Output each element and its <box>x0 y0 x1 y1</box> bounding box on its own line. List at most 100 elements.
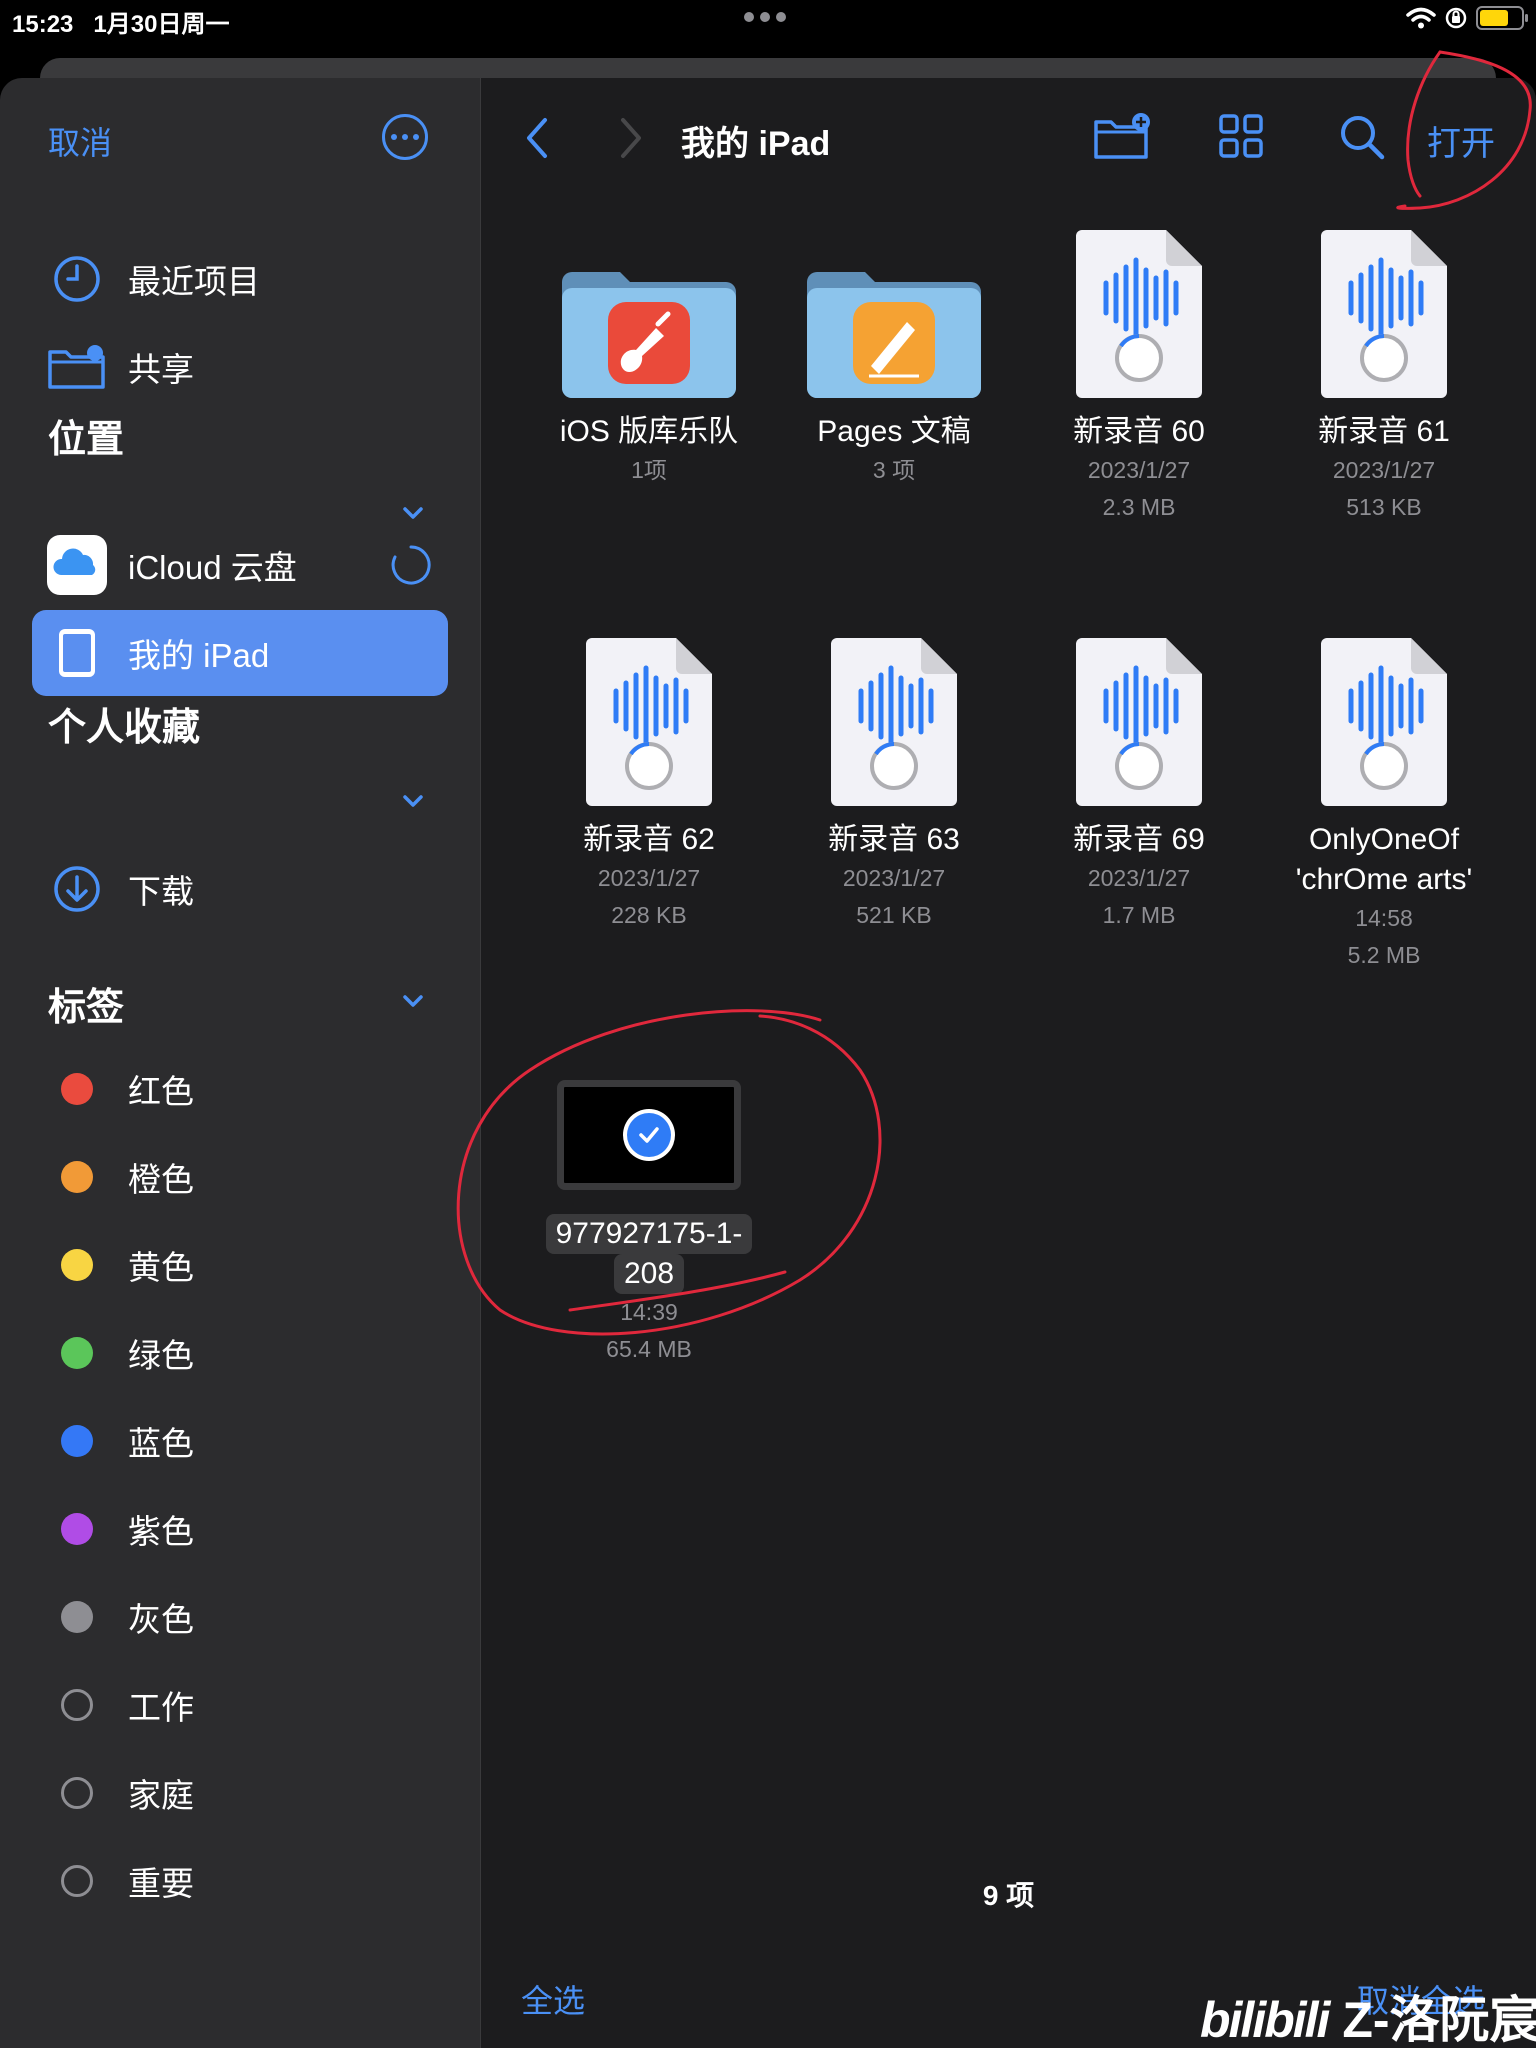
sidebar-item-recents[interactable]: 最近项目 <box>32 236 448 322</box>
sidebar-tag-item[interactable]: 工作 <box>32 1662 448 1748</box>
page-title: 我的 iPad <box>681 125 831 163</box>
watermark: bilibili Z-洛阮宸 <box>1200 1992 1536 2048</box>
file-meta-primary: 14:39 <box>620 1299 678 1325</box>
back-chevron-icon[interactable] <box>521 114 551 162</box>
sidebar-item-label: 工作 <box>128 1689 194 1726</box>
file-meta-primary: 2023/1/27 <box>1087 865 1191 891</box>
sidebar-item-label: 我的 iPad <box>128 637 270 674</box>
folder-garageband-icon <box>562 272 736 398</box>
file-meta-secondary: 228 KB <box>611 902 687 928</box>
audio-file-icon <box>1321 638 1447 806</box>
audio-file-icon <box>1076 230 1202 398</box>
tag-color-dot-icon <box>61 1249 93 1281</box>
orientation-lock-icon <box>1445 7 1467 29</box>
search-icon[interactable] <box>1337 112 1387 162</box>
chevron-down-icon[interactable] <box>402 502 424 524</box>
file-item[interactable]: 新录音 60 2023/1/27 2.3 MB <box>1029 218 1249 526</box>
sidebar-item-label: 重要 <box>128 1865 194 1902</box>
tag-ring-icon <box>61 1689 93 1721</box>
tag-ring-icon <box>61 1777 93 1809</box>
open-button[interactable]: 打开 <box>1427 116 1495 165</box>
file-browser: 我的 iPad 打开 iOS 版库乐队 1项 Pages 文稿 3 项 新录音 … <box>481 78 1536 2048</box>
sidebar-item-label: 下载 <box>128 873 194 910</box>
tag-color-dot-icon <box>61 1337 93 1369</box>
sidebar-tag-item[interactable]: 灰色 <box>32 1574 448 1660</box>
sidebar-item-label: 紫色 <box>128 1513 194 1550</box>
sidebar-tag-item[interactable]: 绿色 <box>32 1310 448 1396</box>
file-name: 新录音 63 <box>828 823 960 856</box>
file-name: 新录音 60 <box>1073 415 1205 448</box>
file-meta-secondary: 65.4 MB <box>606 1336 692 1362</box>
sidebar: 取消 最近项目 共享 位置 iCloud 云盘 我的 iPad 个人收藏 下载 … <box>0 78 480 2048</box>
file-meta-secondary: 5.2 MB <box>1347 942 1421 968</box>
sidebar-item-label: 家庭 <box>128 1777 194 1814</box>
chevron-down-icon[interactable] <box>402 790 424 812</box>
cancel-button[interactable]: 取消 <box>48 118 112 164</box>
file-item[interactable]: 新录音 62 2023/1/27 228 KB <box>539 626 759 934</box>
battery-icon <box>1476 6 1528 30</box>
sidebar-tag-item[interactable]: 红色 <box>32 1046 448 1132</box>
select-all-button[interactable]: 全选 <box>521 1976 585 2022</box>
sidebar-item-label: 最近项目 <box>128 263 260 300</box>
file-item-selected[interactable]: 977927175-1- 208 14:39 65.4 MB <box>539 1034 759 1368</box>
file-name: 977927175-1- 208 <box>539 1214 759 1294</box>
file-name: iOS 版库乐队 <box>559 415 739 448</box>
file-meta-primary: 2023/1/27 <box>597 865 701 891</box>
sync-spinner-icon <box>391 545 431 585</box>
sidebar-item-label: 红色 <box>128 1073 194 1110</box>
tags-header[interactable]: 标签 <box>48 976 124 1031</box>
sidebar-item-label: iCloud 云盘 <box>128 549 297 586</box>
sidebar-item-label: 黄色 <box>128 1249 194 1286</box>
sidebar-tag-item[interactable]: 橙色 <box>32 1134 448 1220</box>
forward-chevron-icon[interactable] <box>617 114 647 162</box>
clock-icon <box>54 256 100 302</box>
file-item[interactable]: 新录音 61 2023/1/27 513 KB <box>1274 218 1494 526</box>
audio-file-icon <box>1076 638 1202 806</box>
sidebar-item-downloads[interactable]: 下载 <box>32 846 448 932</box>
file-item[interactable]: 新录音 63 2023/1/27 521 KB <box>784 626 1004 934</box>
sidebar-tag-item[interactable]: 蓝色 <box>32 1398 448 1484</box>
file-meta-primary: 2023/1/27 <box>1087 457 1191 483</box>
tag-color-dot-icon <box>61 1513 93 1545</box>
folder-pages-icon <box>807 272 981 398</box>
selection-check-icon <box>623 1109 675 1161</box>
sidebar-item-shared[interactable]: 共享 <box>32 324 448 410</box>
file-meta-primary: 2023/1/27 <box>1332 457 1436 483</box>
sidebar-tag-item[interactable]: 重要 <box>32 1838 448 1924</box>
tag-color-dot-icon <box>61 1161 93 1193</box>
file-name: Pages 文稿 <box>817 415 971 448</box>
sidebar-item-my-ipad[interactable]: 我的 iPad <box>32 610 448 696</box>
download-icon <box>54 866 100 912</box>
file-name: 新录音 69 <box>1073 823 1205 856</box>
grid-view-icon[interactable] <box>1217 112 1265 160</box>
favorites-header[interactable]: 个人收藏 <box>48 696 200 751</box>
item-count: 9 项 <box>982 1880 1035 1911</box>
tag-color-dot-icon <box>61 1425 93 1457</box>
wifi-icon <box>1406 7 1436 29</box>
new-folder-icon[interactable] <box>1093 112 1153 162</box>
multitasking-dots[interactable] <box>744 12 794 26</box>
audio-file-icon <box>586 638 712 806</box>
folder-item[interactable]: Pages 文稿 3 项 <box>784 218 1004 489</box>
sidebar-tag-item[interactable]: 家庭 <box>32 1750 448 1836</box>
file-meta-primary: 14:58 <box>1355 905 1413 931</box>
chevron-down-icon[interactable] <box>402 990 424 1012</box>
sidebar-tag-item[interactable]: 黄色 <box>32 1222 448 1308</box>
file-meta-secondary: 513 KB <box>1346 494 1422 520</box>
status-bar: 15:23 1月30日周一 <box>0 0 1536 42</box>
file-item[interactable]: OnlyOneOf 'chrOme arts' 14:58 5.2 MB <box>1274 626 1494 974</box>
sidebar-item-icloud[interactable]: iCloud 云盘 <box>32 522 448 608</box>
video-thumbnail <box>557 1080 741 1190</box>
locations-header[interactable]: 位置 <box>48 408 124 463</box>
sidebar-item-label: 绿色 <box>128 1337 194 1374</box>
sidebar-item-label: 蓝色 <box>128 1425 194 1462</box>
tag-ring-icon <box>61 1865 93 1897</box>
file-meta-secondary: 2.3 MB <box>1102 494 1176 520</box>
folder-item[interactable]: iOS 版库乐队 1项 <box>539 218 759 489</box>
sidebar-tag-item[interactable]: 紫色 <box>32 1486 448 1572</box>
file-meta-secondary: 1.7 MB <box>1102 902 1176 928</box>
ipad-icon <box>59 629 95 677</box>
file-item[interactable]: 新录音 69 2023/1/27 1.7 MB <box>1029 626 1249 934</box>
more-options-button[interactable] <box>382 114 428 160</box>
status-indicators <box>1406 6 1528 30</box>
